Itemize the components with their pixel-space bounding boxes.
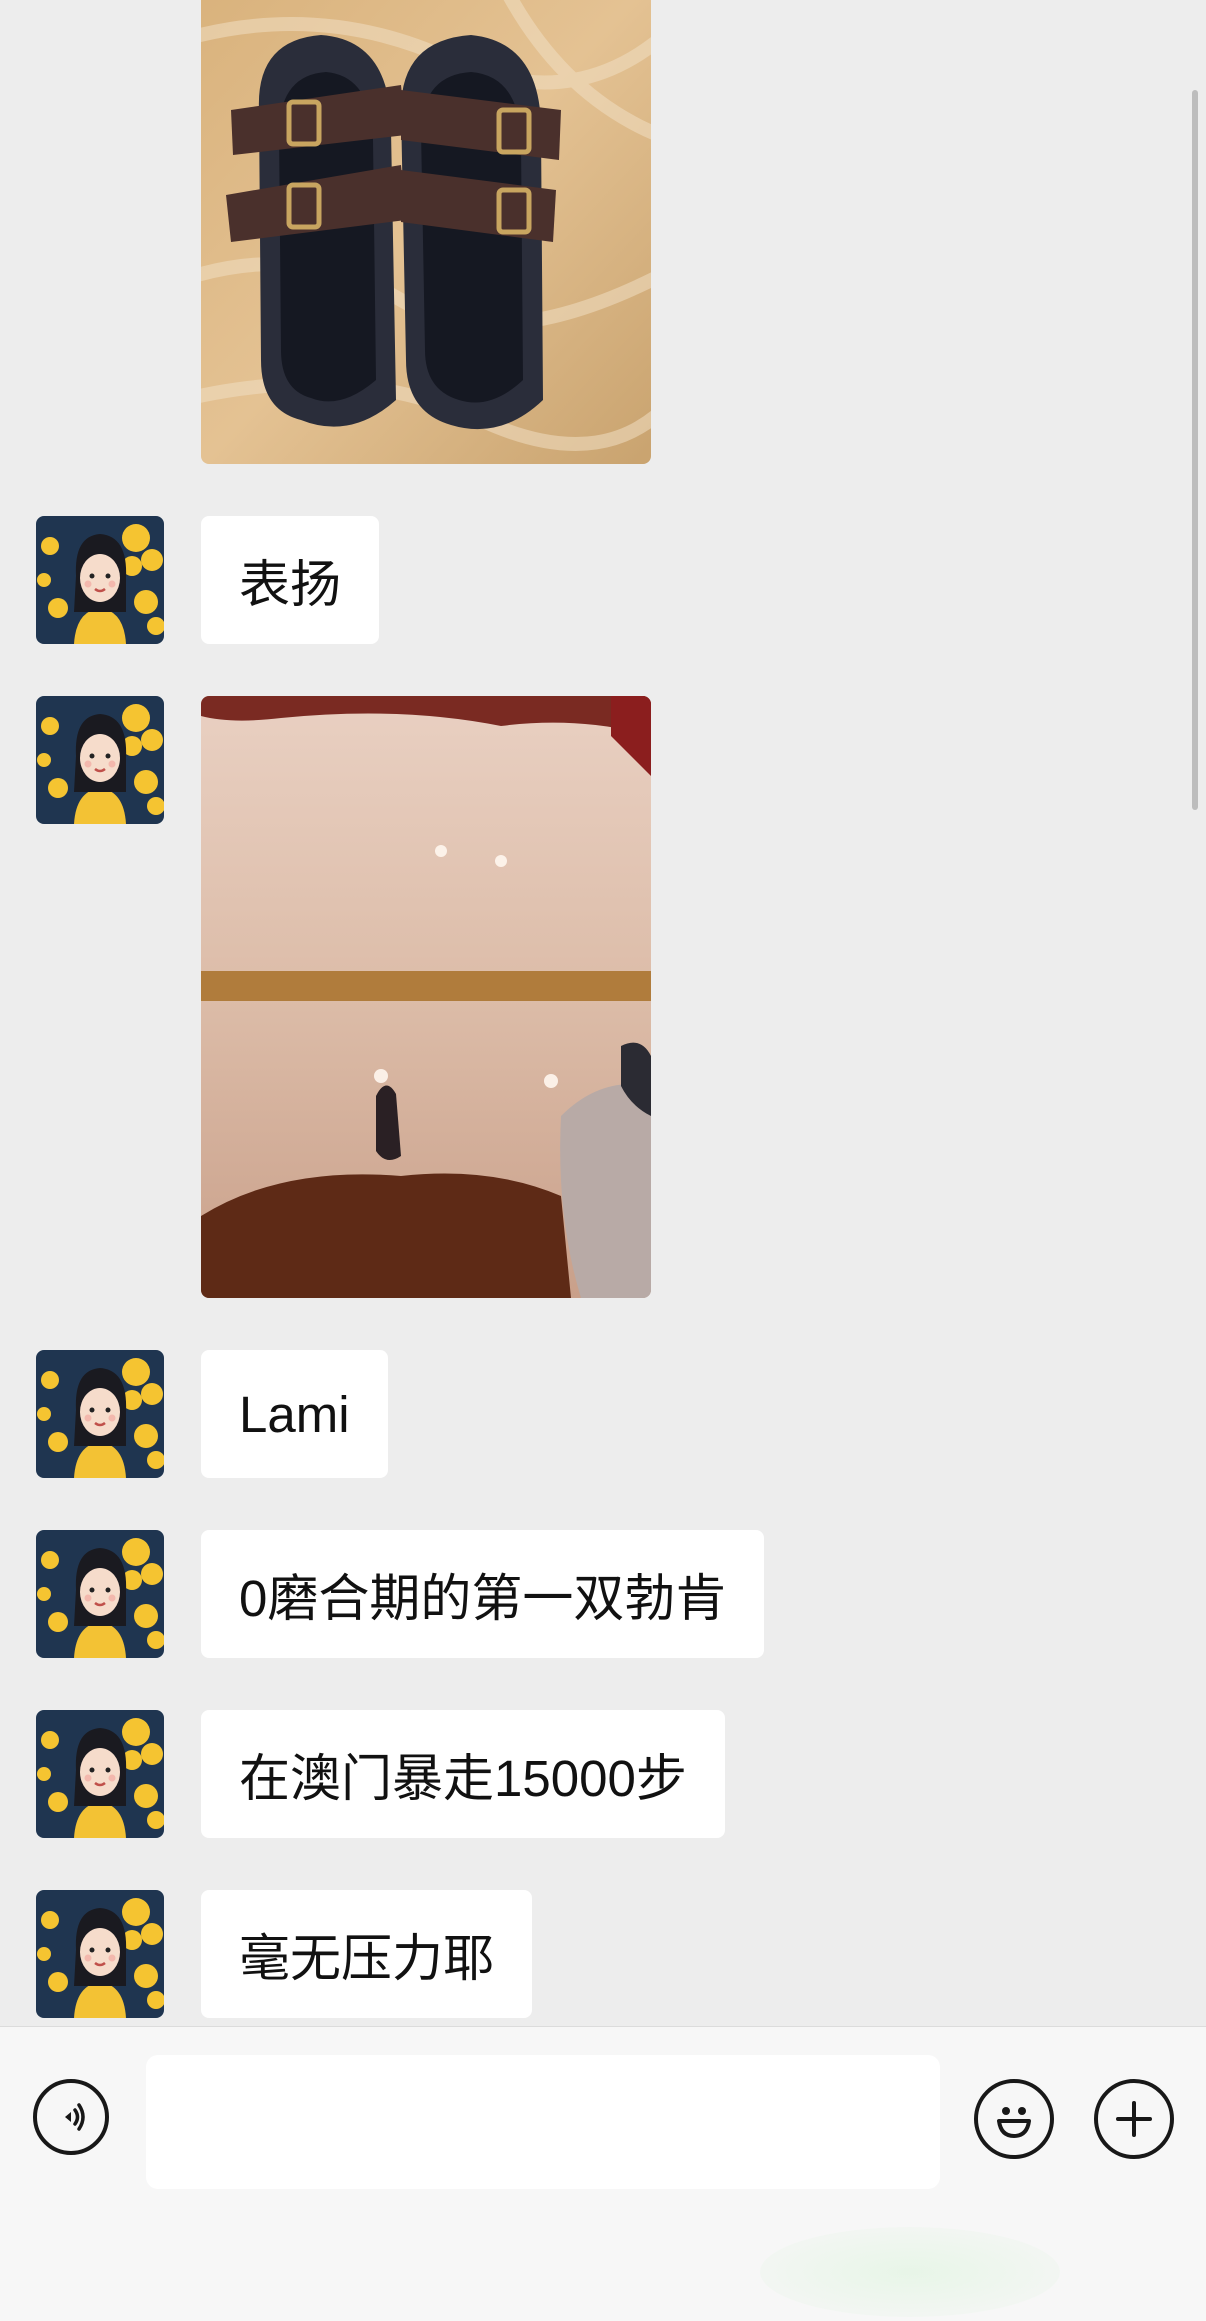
message-item xyxy=(0,0,1206,464)
emoji-button[interactable] xyxy=(974,2079,1054,2159)
emoji-icon xyxy=(997,2107,1031,2138)
chat-screen: 表扬 Lami 0磨合期的第一双勃肯 在澳门暴走15000步 毫无压力耶 xyxy=(0,0,1206,2321)
avatar[interactable] xyxy=(36,1530,164,1658)
floor-photo[interactable] xyxy=(201,696,651,1298)
message-item: 毫无压力耶 xyxy=(0,1890,1206,2018)
message-bubble[interactable]: 0磨合期的第一双勃肯 xyxy=(201,1530,765,1658)
message-item: Lami xyxy=(0,1350,1206,1478)
message-list[interactable]: 表扬 Lami 0磨合期的第一双勃肯 在澳门暴走15000步 毫无压力耶 xyxy=(0,0,1206,2026)
message-item: 0磨合期的第一双勃肯 xyxy=(0,1530,1206,1658)
avatar[interactable] xyxy=(36,516,164,644)
message-item xyxy=(0,696,1206,1298)
home-indicator-glow xyxy=(760,2227,1060,2317)
avatar[interactable] xyxy=(36,1350,164,1478)
voice-icon xyxy=(65,2103,85,2131)
message-bubble[interactable]: 在澳门暴走15000步 xyxy=(201,1710,725,1838)
input-bar xyxy=(0,2026,1206,2321)
message-item: 在澳门暴走15000步 xyxy=(0,1710,1206,1838)
add-button[interactable] xyxy=(1094,2079,1174,2159)
sandals-photo[interactable] xyxy=(201,0,651,464)
scrollbar[interactable] xyxy=(1192,90,1198,810)
message-bubble[interactable]: 毫无压力耶 xyxy=(201,1890,533,2018)
voice-button[interactable] xyxy=(33,2079,109,2155)
avatar[interactable] xyxy=(36,1890,164,2018)
avatar[interactable] xyxy=(36,696,164,824)
message-input[interactable] xyxy=(146,2055,940,2189)
plus-icon xyxy=(1116,2101,1152,2137)
message-item: 表扬 xyxy=(0,516,1206,644)
message-bubble[interactable]: Lami xyxy=(201,1350,388,1478)
avatar[interactable] xyxy=(36,1710,164,1838)
message-bubble[interactable]: 表扬 xyxy=(201,516,380,644)
